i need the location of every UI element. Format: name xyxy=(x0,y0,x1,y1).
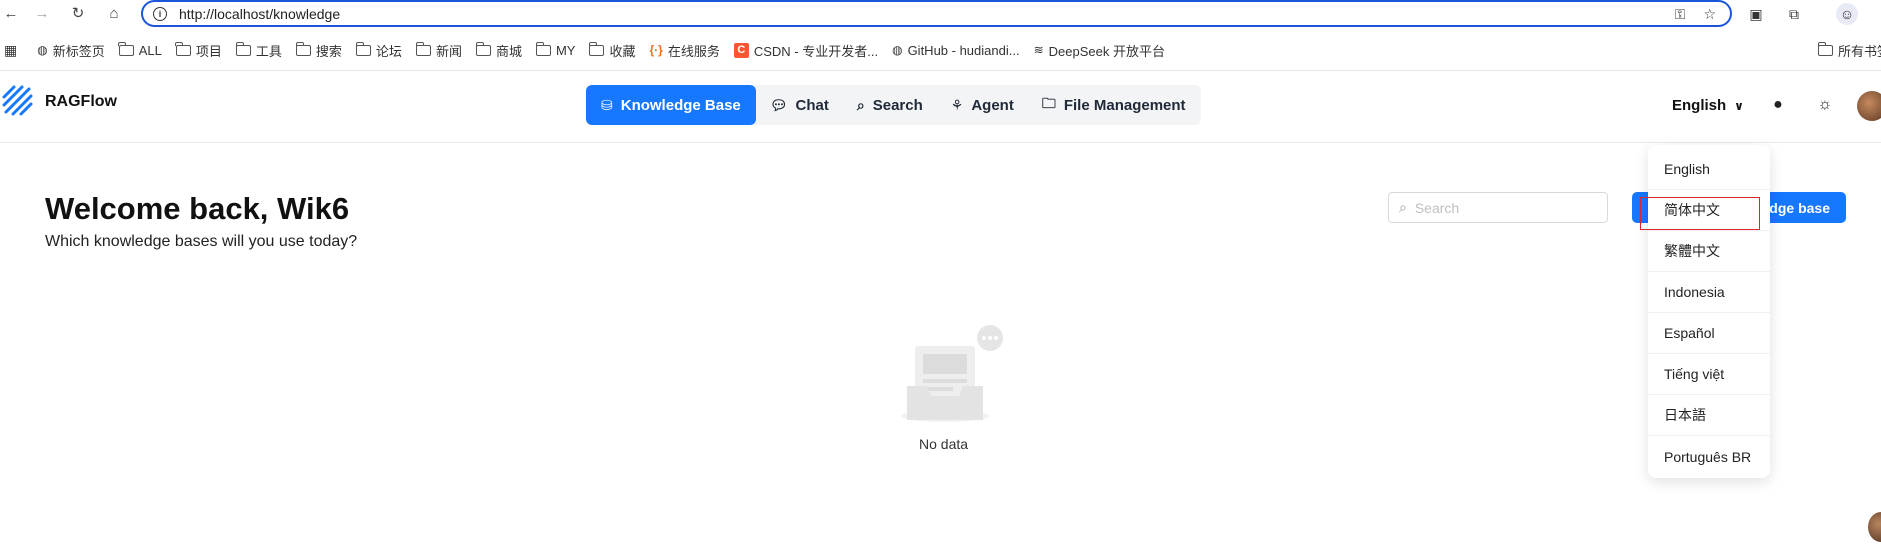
chat-icon: 💬︎ xyxy=(769,96,788,113)
folder-icon xyxy=(475,41,491,56)
folder-icon xyxy=(235,41,251,56)
apps-grid-icon[interactable]: ▦ xyxy=(4,42,17,59)
github-icon[interactable]: ● xyxy=(1768,95,1788,115)
bookmarks-bar: ▦ ◍ 新标签页 ALL 项目 工具 搜索 论坛 新闻 商城 MY 收藏 {·} 在线服务 C CSDN -… xyxy=(0,36,1881,64)
empty-state-text: No data xyxy=(919,436,969,452)
all-bookmarks[interactable]: 所有书签 xyxy=(1817,41,1881,60)
bookmark-item[interactable]: 搜索 xyxy=(295,41,342,60)
folder-icon xyxy=(175,41,191,56)
search-icon: ⌕ xyxy=(1399,199,1407,215)
bookmark-item[interactable]: 工具 xyxy=(235,41,282,60)
agent-icon: ⚘ xyxy=(950,96,964,113)
folder-icon xyxy=(535,41,551,56)
language-option-japanese[interactable]: 日本語 xyxy=(1648,395,1770,436)
app-name: RAGFlow xyxy=(45,93,117,110)
search-placeholder: Search xyxy=(1414,199,1460,216)
theme-sun-icon[interactable]: ☼ xyxy=(1815,95,1835,115)
bookmark-item[interactable]: MY xyxy=(535,41,575,58)
bookmark-item[interactable]: ◍ GitHub - hudiandi... xyxy=(892,43,1020,58)
page-title: Welcome back, Wik6 xyxy=(45,191,350,226)
page-subtitle: Which knowledge bases will you use today… xyxy=(45,233,358,250)
bookmark-item[interactable]: C CSDN - 专业开发者... xyxy=(733,41,878,60)
ragflow-logo-icon xyxy=(2,85,33,116)
folder-icon xyxy=(295,41,311,56)
folder-icon xyxy=(355,41,371,56)
nav-search[interactable]: ⌕ Search xyxy=(843,85,937,125)
url-text[interactable]: http://localhost/knowledge xyxy=(179,6,340,22)
user-avatar[interactable] xyxy=(1857,91,1881,121)
forward-icon[interactable]: → xyxy=(31,2,53,24)
folder-icon xyxy=(589,41,605,56)
bookmark-item[interactable]: 收藏 xyxy=(589,41,635,60)
language-option-vietnamese[interactable]: Tiếng việt xyxy=(1648,354,1770,395)
globe-icon: ◍ xyxy=(37,43,48,57)
main-nav: ⛁ Knowledge Base 💬︎ Chat ⌕ Search ⚘ Agen… xyxy=(586,85,1201,125)
language-dropdown-menu: English 简体中文 繁體中文 Indonesia Español Tiến… xyxy=(1648,145,1770,478)
nav-knowledge-base[interactable]: ⛁ Knowledge Base xyxy=(586,85,756,125)
home-icon[interactable]: ⌂ xyxy=(103,2,125,24)
language-option-espanol[interactable]: Español xyxy=(1648,313,1770,354)
nav-chat[interactable]: 💬︎ Chat xyxy=(756,85,843,125)
csdn-icon: C xyxy=(733,42,749,58)
password-key-icon[interactable]: ⚿ xyxy=(1675,6,1686,23)
bookmark-item[interactable]: ◍ 新标签页 xyxy=(37,41,105,60)
language-option-zh-tw[interactable]: 繁體中文 xyxy=(1648,231,1770,272)
empty-inbox-illustration xyxy=(901,325,1003,422)
site-info-icon[interactable]: i xyxy=(153,6,167,21)
bracket-icon: {·} xyxy=(649,43,663,57)
language-option-indonesia[interactable]: Indonesia xyxy=(1648,272,1770,313)
bookmark-item[interactable]: ALL xyxy=(118,41,162,58)
language-option-portugues-br[interactable]: Português BR xyxy=(1648,436,1770,477)
search-icon: ⌕ xyxy=(856,96,865,113)
bookmark-item[interactable]: 项目 xyxy=(175,41,222,60)
reload-icon[interactable]: ↻ xyxy=(67,2,89,24)
app-header: RAGFlow ⛁ Knowledge Base 💬︎ Chat ⌕ Searc… xyxy=(0,71,1881,143)
address-bar[interactable]: i http://localhost/knowledge ⚿ ☆ xyxy=(141,0,1732,27)
bookmark-star-icon[interactable]: ☆ xyxy=(1703,6,1716,23)
browser-toolbar: ← → ↻ ⌂ i http://localhost/knowledge ⚿ ☆… xyxy=(0,0,1881,27)
database-icon: ⛁ xyxy=(601,96,613,113)
folder-icon xyxy=(1817,41,1833,56)
highlight-annotation-box xyxy=(1640,197,1760,230)
back-icon[interactable]: ← xyxy=(0,2,22,24)
floating-avatar[interactable] xyxy=(1868,512,1881,542)
folder-icon xyxy=(118,41,134,56)
chevron-down-icon: ∨ xyxy=(1734,98,1744,113)
search-input[interactable]: ⌕ Search xyxy=(1388,192,1608,223)
extension-icon-1[interactable]: ▣ xyxy=(1745,3,1767,25)
nav-agent[interactable]: ⚘ Agent xyxy=(937,85,1028,125)
language-selector[interactable]: English ∨ xyxy=(1672,97,1744,114)
bookmark-item[interactable]: ≋ DeepSeek 开放平台 xyxy=(1034,41,1165,60)
bookmark-item[interactable]: 论坛 xyxy=(355,41,402,60)
extensions-puzzle-icon[interactable]: ⧉ xyxy=(1783,3,1805,25)
deepseek-icon: ≋ xyxy=(1033,43,1044,57)
globe-icon: ◍ xyxy=(892,43,903,57)
bookmark-item[interactable]: 商城 xyxy=(475,41,522,60)
bookmark-item[interactable]: {·} 在线服务 xyxy=(649,41,719,60)
folder-icon: 🗀︎ xyxy=(1041,95,1056,111)
folder-icon xyxy=(415,41,431,56)
profile-avatar-icon[interactable]: ☺ xyxy=(1836,3,1858,25)
bookmark-item[interactable]: 新闻 xyxy=(415,41,462,60)
language-option-english[interactable]: English xyxy=(1648,149,1770,190)
nav-file-management[interactable]: 🗀︎ File Management xyxy=(1028,85,1200,125)
